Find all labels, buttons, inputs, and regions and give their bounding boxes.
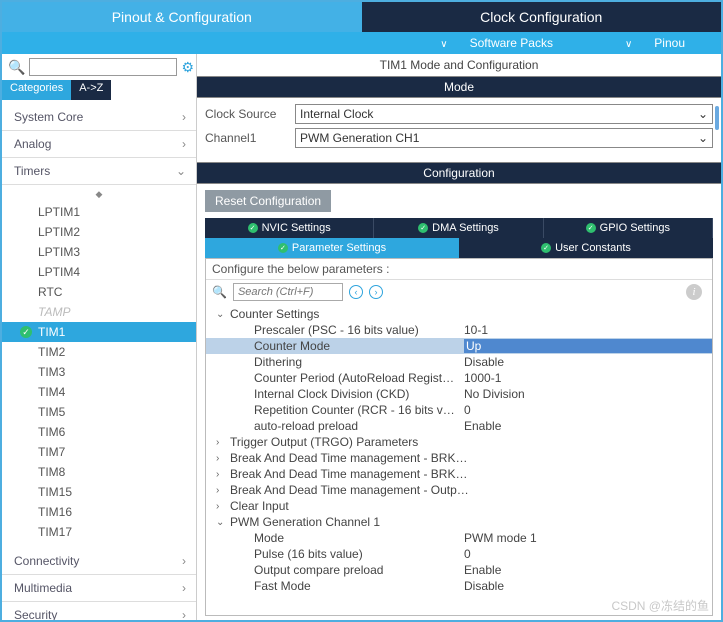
group-brk2[interactable]: ›Break And Dead Time management - BRK… [206,466,712,482]
chevron-down-icon: ⌄ [216,309,230,320]
timer-item-tamp[interactable]: TAMP [2,302,196,322]
chevron-right-icon: › [182,581,186,595]
gear-icon[interactable]: ⚙ [181,59,194,76]
check-icon: ✓ [541,243,551,253]
check-icon: ✓ [278,243,288,253]
tab-pinout[interactable]: Pinout & Configuration [2,2,362,32]
chevron-right-icon: › [216,485,230,496]
mode-header: Mode [197,76,721,98]
parameters-head: Configure the below parameters : [206,259,712,280]
chevron-right-icon: › [182,608,186,620]
chevron-right-icon: › [182,554,186,568]
group-trgo[interactable]: ›Trigger Output (TRGO) Parameters [206,434,712,450]
config-header: Configuration [197,162,721,184]
cat-timers[interactable]: Timers⌄ [2,158,196,185]
check-icon: ✓ [418,223,428,233]
timer-item-tim7[interactable]: TIM7 [2,442,196,462]
param-row[interactable]: DitheringDisable [206,354,712,370]
timer-item-tim4[interactable]: TIM4 [2,382,196,402]
param-row[interactable]: Counter ModeUp [206,338,712,354]
timer-item-tim3[interactable]: TIM3 [2,362,196,382]
left-panel: 🔍 ⚙ Categories A->Z System Core› Analog›… [2,54,197,620]
timer-item-tim6[interactable]: TIM6 [2,422,196,442]
group-brk1[interactable]: ›Break And Dead Time management - BRK… [206,450,712,466]
chevron-right-icon: › [216,469,230,480]
group-counter-settings[interactable]: ⌄Counter Settings [206,306,712,322]
chevron-down-icon: ⌄ [176,164,186,178]
tab-clock[interactable]: Clock Configuration [362,2,722,32]
clock-source-select[interactable]: Internal Clock⌄ [295,104,713,124]
tab-nvic[interactable]: ✓NVIC Settings [205,218,374,238]
chevron-right-icon: › [182,110,186,124]
tab-a-z[interactable]: A->Z [71,80,111,100]
scrollbar-thumb[interactable] [715,106,719,130]
timer-item-tim5[interactable]: TIM5 [2,402,196,422]
timer-item-lptim1[interactable]: LPTIM1 [2,202,196,222]
subbar: ∨Software Packs ∨Pinou [2,32,721,54]
timer-item-tim15[interactable]: TIM15 [2,482,196,502]
timer-item-lptim2[interactable]: LPTIM2 [2,222,196,242]
cat-security[interactable]: Security› [2,602,196,620]
param-row[interactable]: Counter Period (AutoReload Regist…1000-1 [206,370,712,386]
timer-item-tim16[interactable]: TIM16 [2,502,196,522]
chevron-down-icon: ⌄ [698,107,708,121]
info-icon[interactable]: i [686,284,702,300]
param-row[interactable]: Output compare preloadEnable [206,562,712,578]
timer-item-tim1[interactable]: ✓TIM1 [2,322,196,342]
reset-configuration-button[interactable]: Reset Configuration [205,190,331,212]
timer-item-tim17[interactable]: TIM17 [2,522,196,542]
top-tabs: Pinout & Configuration Clock Configurati… [2,2,721,32]
panel-title: TIM1 Mode and Configuration [197,54,721,76]
timer-item-lptim4[interactable]: LPTIM4 [2,262,196,282]
channel1-select[interactable]: PWM Generation CH1⌄ [295,128,713,148]
right-panel: TIM1 Mode and Configuration Mode Clock S… [197,54,721,620]
search-icon: 🔍 [8,59,25,76]
subbar-software-packs[interactable]: ∨Software Packs [422,36,571,50]
tab-user-constants[interactable]: ✓User Constants [459,238,713,258]
param-row[interactable]: Internal Clock Division (CKD)No Division [206,386,712,402]
parameters-panel: Configure the below parameters : 🔍 ‹ › i… [205,258,713,616]
chevron-right-icon: › [216,453,230,464]
category-tree: System Core› Analog› Timers⌄ ◆ LPTIM1LPT… [2,100,196,620]
param-row[interactable]: Prescaler (PSC - 16 bits value)10-1 [206,322,712,338]
subbar-pinout[interactable]: ∨Pinou [607,36,703,50]
param-row[interactable]: Repetition Counter (RCR - 16 bits v…0 [206,402,712,418]
search-icon: 🔍 [212,285,227,299]
tab-dma[interactable]: ✓DMA Settings [374,218,543,238]
cat-multimedia[interactable]: Multimedia› [2,575,196,602]
group-outp[interactable]: ›Break And Dead Time management - Outp… [206,482,712,498]
chevron-right-icon: › [216,437,230,448]
tab-parameter-settings[interactable]: ✓Parameter Settings [205,238,459,258]
param-row[interactable]: Fast ModeDisable [206,578,712,594]
next-match-button[interactable]: › [369,285,383,299]
chevron-right-icon: › [216,501,230,512]
param-row[interactable]: auto-reload preloadEnable [206,418,712,434]
group-clear[interactable]: ›Clear Input [206,498,712,514]
check-icon: ✓ [248,223,258,233]
check-icon: ✓ [586,223,596,233]
param-search-input[interactable] [233,283,343,301]
chevron-down-icon: ⌄ [216,517,230,528]
cat-system-core[interactable]: System Core› [2,104,196,131]
tab-gpio[interactable]: ✓GPIO Settings [544,218,713,238]
param-row[interactable]: Pulse (16 bits value)0 [206,546,712,562]
clock-source-label: Clock Source [205,107,295,121]
timer-item-tim8[interactable]: TIM8 [2,462,196,482]
chevron-right-icon: › [182,137,186,151]
timer-item-tim2[interactable]: TIM2 [2,342,196,362]
channel1-label: Channel1 [205,131,295,145]
chevron-down-icon: ⌄ [698,131,708,145]
category-search-input[interactable] [29,58,177,76]
prev-match-button[interactable]: ‹ [349,285,363,299]
sort-caret-icon[interactable]: ◆ [2,187,196,202]
cat-analog[interactable]: Analog› [2,131,196,158]
param-row[interactable]: ModePWM mode 1 [206,530,712,546]
tab-categories[interactable]: Categories [2,80,71,100]
timer-item-rtc[interactable]: RTC [2,282,196,302]
cat-connectivity[interactable]: Connectivity› [2,548,196,575]
group-pwm1[interactable]: ⌄PWM Generation Channel 1 [206,514,712,530]
check-icon: ✓ [20,326,32,338]
timer-item-lptim3[interactable]: LPTIM3 [2,242,196,262]
